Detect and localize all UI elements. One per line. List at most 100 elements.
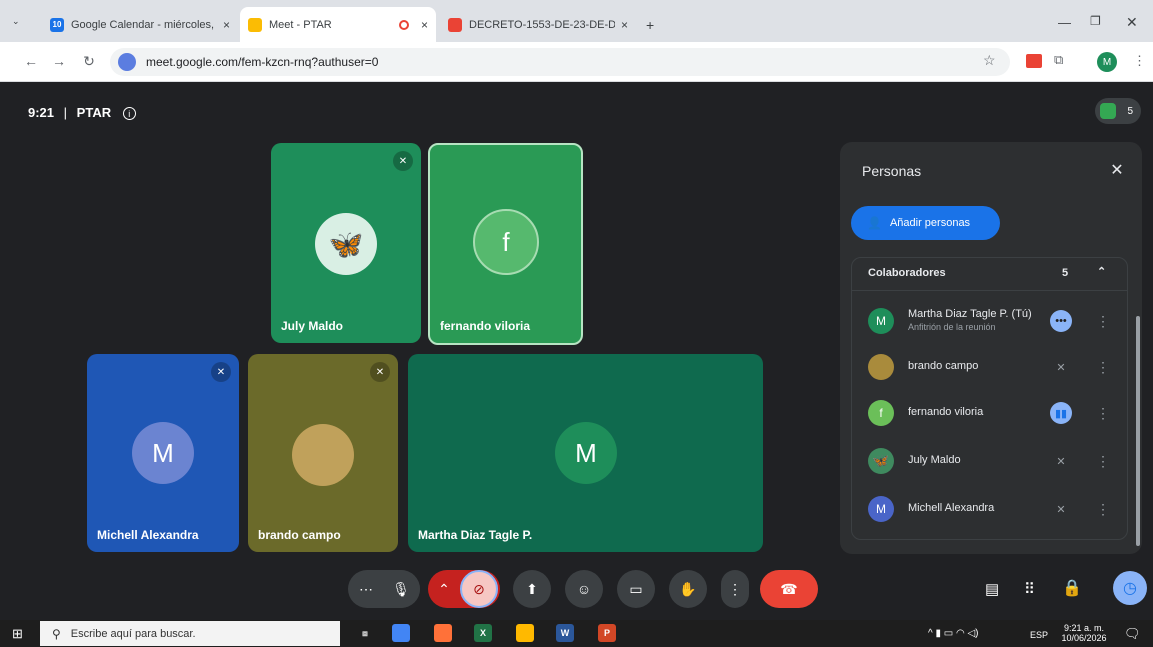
pdf-icon	[448, 17, 462, 32]
avatar: f	[868, 400, 894, 426]
extension-icon[interactable]	[1026, 54, 1042, 68]
person-row[interactable]: 🦋 July Maldo ✕ ⋮	[851, 438, 1128, 484]
new-tab-button[interactable]: +	[646, 17, 654, 33]
add-people-button[interactable]: 👤 Añadir personas	[851, 206, 1000, 240]
calendar-icon: 10	[50, 17, 64, 32]
person-row[interactable]: brando campo ✕ ⋮	[851, 344, 1128, 390]
butterfly-avatar-icon: 🦋	[315, 213, 377, 275]
kebab-menu-icon[interactable]: ⋮	[1096, 357, 1110, 377]
close-tab-icon[interactable]: ×	[421, 18, 428, 32]
system-tray-icons[interactable]: ^ ▮ ▭ ◠ ◁)	[928, 628, 979, 639]
more-options-icon[interactable]: •••	[1050, 310, 1072, 332]
search-icon: ⚲	[52, 626, 61, 641]
clock[interactable]: 9:21 a. m. 10/06/2026	[1058, 623, 1110, 643]
powerpoint-icon[interactable]: P	[598, 624, 616, 642]
minimize-icon[interactable]: —	[1058, 15, 1071, 30]
person-row[interactable]: M Martha Diaz Tagle P. (Tú) Anfitrión de…	[851, 298, 1128, 344]
profile-avatar[interactable]: M	[1097, 52, 1117, 72]
person-row[interactable]: M Michell Alexandra ✕ ⋮	[851, 486, 1128, 532]
photo-avatar-icon	[292, 424, 354, 486]
chat-icon[interactable]: ▤	[985, 580, 999, 598]
recording-icon	[398, 19, 409, 30]
notifications-icon[interactable]: 🗨	[1124, 626, 1141, 642]
audio-options-icon[interactable]: ⋯	[352, 570, 380, 608]
camera-off-button[interactable]: ⊘	[460, 570, 498, 608]
avatar: M	[132, 422, 194, 484]
add-person-icon: 👤	[867, 216, 882, 230]
chrome-menu-icon[interactable]: ⋮	[1133, 53, 1146, 69]
chevron-up-icon[interactable]: ⌃	[1097, 265, 1106, 278]
tab-title: Meet - PTAR	[269, 18, 332, 31]
excel-icon[interactable]: X	[474, 624, 492, 642]
windows-start-icon[interactable]: ⊞	[12, 626, 23, 642]
leave-call-button[interactable]: ☎	[760, 570, 818, 608]
participants-badge[interactable]: 5	[1095, 98, 1141, 124]
word-icon[interactable]: W	[556, 624, 574, 642]
activities-icon[interactable]: ⠿	[1024, 580, 1035, 598]
tile-brando-campo[interactable]: ✕ brando campo	[248, 354, 398, 552]
taskbar-search[interactable]: ⚲ Escribe aquí para buscar.	[40, 621, 340, 646]
avatar: M	[555, 422, 617, 484]
kebab-menu-icon[interactable]: ⋮	[1096, 311, 1110, 331]
tile-july-maldo[interactable]: ✕ 🦋 July Maldo	[271, 143, 421, 343]
meeting-details-icon[interactable]: i	[122, 107, 136, 120]
panel-scrollbar[interactable]	[1136, 316, 1140, 546]
more-options-button[interactable]: ⋮	[721, 570, 749, 608]
tile-name: brando campo	[258, 528, 341, 542]
kebab-menu-icon[interactable]: ⋮	[1096, 451, 1110, 471]
tile-fernando-viloria[interactable]: f fernando viloria	[428, 143, 583, 345]
tab-title: DECRETO-1553-DE-23-DE-DIC	[469, 18, 615, 31]
tab-search-icon[interactable]: ⌄	[12, 16, 28, 32]
tab-title: Google Calendar - miércoles, 1	[71, 18, 217, 31]
meet-icon	[248, 17, 262, 32]
tile-michell-alexandra[interactable]: ✕ M Michell Alexandra	[87, 354, 239, 552]
companion-icon[interactable]: ◷	[1113, 571, 1147, 605]
window-close-icon[interactable]: ✕	[1126, 14, 1138, 31]
captions-button[interactable]: ▭	[617, 570, 655, 608]
close-panel-icon[interactable]: ✕	[1107, 160, 1127, 180]
chrome-icon[interactable]	[392, 624, 410, 642]
present-screen-button[interactable]: ⬆	[513, 570, 551, 608]
kebab-menu-icon[interactable]: ⋮	[1096, 499, 1110, 519]
people-icon	[1100, 103, 1116, 119]
tab-calendar[interactable]: 10 Google Calendar - miércoles, 1 ×	[42, 7, 238, 42]
close-tab-icon[interactable]: ×	[621, 18, 628, 32]
speaking-icon: ▮▮	[1050, 402, 1072, 424]
meeting-name: PTAR	[76, 105, 112, 120]
address-bar[interactable]: meet.google.com/fem-kzcn-rnq?authuser=0	[110, 48, 1010, 76]
restore-icon[interactable]: ❐	[1090, 14, 1101, 28]
tab-meet[interactable]: Meet - PTAR ×	[240, 7, 436, 42]
bookmark-star-icon[interactable]: ☆	[983, 52, 996, 69]
close-tab-icon[interactable]: ×	[223, 18, 230, 32]
extensions-puzzle-icon[interactable]: ⧉	[1054, 52, 1063, 68]
meeting-info: 9:21 | PTAR i	[28, 105, 136, 120]
person-name: Martha Diaz Tagle P. (Tú)	[908, 308, 1032, 320]
meeting-separator: |	[63, 105, 68, 120]
clock-time: 9:21 a. m.	[1063, 623, 1105, 633]
mic-off-icon: ✕	[1056, 455, 1066, 468]
participant-count: 5	[1127, 105, 1133, 117]
forward-icon[interactable]: →	[48, 50, 70, 72]
raise-hand-button[interactable]: ✋	[669, 570, 707, 608]
section-label: Colaboradores	[868, 267, 946, 279]
chevron-up-icon[interactable]: ⌃	[430, 570, 458, 608]
tile-name: Martha Diaz Tagle P.	[418, 528, 533, 542]
language-indicator[interactable]: ESP	[1030, 630, 1048, 640]
mic-toggle-button[interactable]: 🎙	[382, 570, 420, 608]
back-icon[interactable]: ←	[20, 50, 42, 72]
person-row[interactable]: f fernando viloria ▮▮ ⋮	[851, 390, 1128, 436]
person-name: brando campo	[908, 360, 979, 372]
file-explorer-icon[interactable]	[516, 624, 534, 642]
collaborators-header[interactable]: Colaboradores 5 ⌃	[851, 257, 1128, 291]
tile-martha-diaz[interactable]: M Martha Diaz Tagle P.	[408, 354, 763, 552]
host-controls-icon[interactable]: 🔒	[1062, 578, 1082, 598]
tab-decreto[interactable]: DECRETO-1553-DE-23-DE-DIC ×	[440, 7, 636, 42]
reload-icon[interactable]: ↻	[78, 50, 100, 72]
firefox-icon[interactable]	[434, 624, 452, 642]
person-name: fernando viloria	[908, 406, 984, 418]
task-view-icon[interactable]: ⧈	[356, 624, 374, 642]
kebab-menu-icon[interactable]: ⋮	[1096, 403, 1110, 423]
emoji-button[interactable]: ☺	[565, 570, 603, 608]
avatar: f	[473, 209, 539, 275]
site-info-icon[interactable]	[118, 53, 136, 71]
